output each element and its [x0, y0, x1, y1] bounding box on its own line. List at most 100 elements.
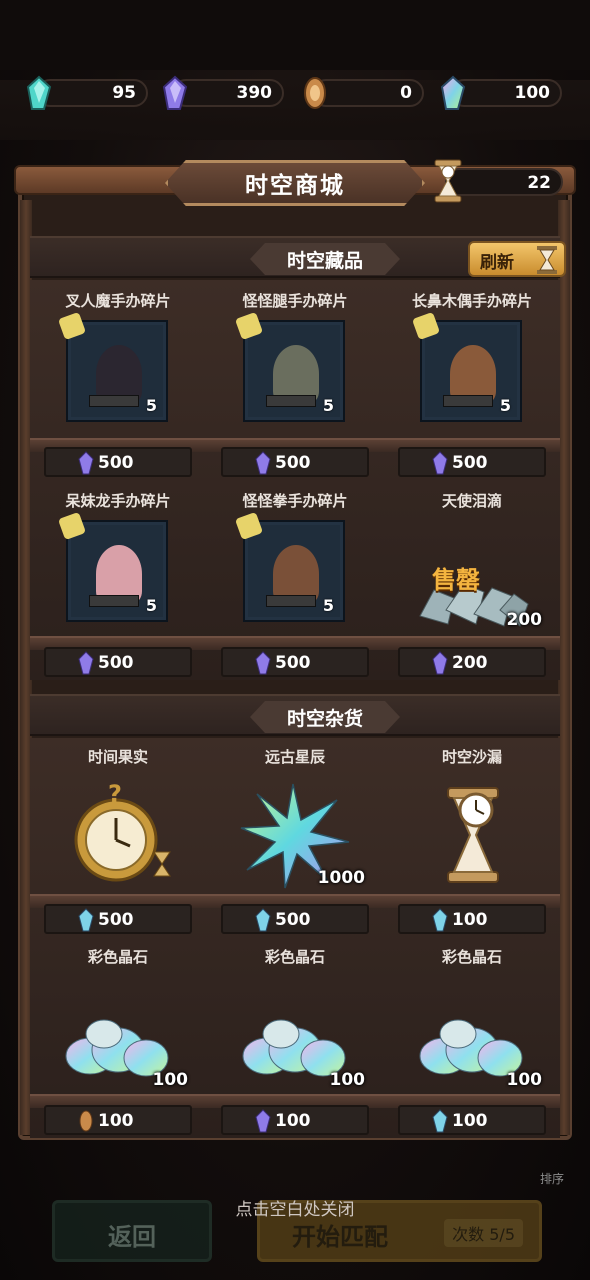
price-button[interactable]: 200: [398, 647, 546, 677]
puzzle-icon: [57, 511, 87, 541]
item-name: 远古星辰: [264, 748, 325, 766]
refresh-label: 刷新: [480, 253, 514, 273]
price-button[interactable]: 500: [44, 447, 192, 477]
price-button[interactable]: 500: [221, 447, 369, 477]
puzzle-icon: [57, 311, 87, 341]
item-count: 100: [329, 1070, 366, 1090]
item-count: 5: [322, 396, 334, 415]
currency-purple: 390: [162, 75, 284, 110]
currency-cyan: 95: [26, 75, 148, 110]
item-count: 100: [506, 1070, 543, 1090]
bronze-coin-icon: [304, 77, 326, 109]
cyan-crystal-amount: 95: [112, 83, 136, 103]
price-button[interactable]: 500: [44, 904, 192, 934]
price-value: 500: [98, 653, 134, 673]
item-card: 5: [57, 511, 166, 620]
puzzle-icon: [411, 311, 441, 341]
price-button[interactable]: 500: [398, 447, 546, 477]
item-card: 5: [411, 311, 520, 420]
svg-text:?: ?: [108, 780, 122, 808]
item-name: 怪怪腿手办碎片: [242, 292, 348, 310]
price-value: 500: [275, 653, 311, 673]
price-value: 500: [98, 453, 134, 473]
rainbow-crystal-amount: 100: [514, 83, 551, 103]
sort-button[interactable]: 排序: [540, 1170, 564, 1187]
purple-crystal-icon: [78, 651, 94, 675]
purple-crystal-icon: [432, 651, 448, 675]
price-value: 500: [275, 453, 311, 473]
item-name: 长鼻木偶手办碎片: [411, 292, 532, 310]
purple-crystal-icon: [432, 451, 448, 475]
currency-rainbow: 100: [440, 75, 562, 110]
item-name: 彩色晶石: [441, 948, 502, 966]
collectibles-header: 时空藏品 刷新: [30, 236, 566, 278]
purple-crystal-icon: [255, 451, 271, 475]
rainbow-crystal-icon: [78, 908, 94, 932]
price-value: 500: [452, 453, 488, 473]
price-button[interactable]: 100: [398, 904, 546, 934]
price-button[interactable]: 100: [44, 1105, 192, 1135]
goods-header: 时空杂货: [30, 694, 560, 736]
top-bar-background: [0, 0, 590, 70]
refresh-hourglass-icon: [537, 246, 557, 274]
price-button[interactable]: 100: [221, 1105, 369, 1135]
pedestal: [89, 395, 139, 407]
rainbow-crystal-icon: [440, 75, 466, 110]
purple-crystal-icon: [78, 451, 94, 475]
pedestal: [266, 595, 316, 607]
shop-title: 时空商城: [245, 173, 345, 199]
item-count: 1000: [317, 868, 365, 888]
purple-crystal-icon: [255, 1109, 271, 1133]
purple-crystal-icon: [162, 75, 188, 110]
price-value: 100: [275, 1111, 311, 1131]
item-name: 呆妹龙手办碎片: [65, 492, 171, 510]
item-card: 5: [57, 311, 166, 420]
item-count: 5: [322, 596, 334, 615]
goods-title: 时空杂货: [286, 708, 363, 730]
purple-crystal-amount: 390: [236, 83, 273, 103]
price-value: 100: [452, 910, 488, 930]
price-value: 500: [98, 910, 134, 930]
price-value: 500: [275, 910, 311, 930]
price-button[interactable]: 500: [221, 647, 369, 677]
currency-bronze: 0: [304, 77, 424, 109]
purple-crystal-icon: [255, 651, 271, 675]
match-count: 次数 5/5: [444, 1219, 523, 1247]
puzzle-icon: [234, 311, 264, 341]
pedestal: [89, 595, 139, 607]
hourglass-counter: 22: [434, 159, 563, 203]
price-button[interactable]: 100: [398, 1105, 546, 1135]
item-name: 天使泪滴: [441, 492, 502, 510]
price-value: 100: [98, 1111, 134, 1131]
item-name: 彩色晶石: [87, 948, 148, 966]
refresh-button[interactable]: 刷新: [468, 241, 566, 277]
item-count: 100: [152, 1070, 189, 1090]
cyan-crystal-icon: [26, 75, 52, 110]
close-hint[interactable]: 点击空白处关闭: [0, 1195, 590, 1220]
price-value: 200: [452, 653, 488, 673]
item-name: 彩色晶石: [264, 948, 325, 966]
item-count: 5: [145, 396, 157, 415]
price-value: 100: [452, 1111, 488, 1131]
item-card: 5: [234, 311, 343, 420]
item-name: 怪怪拳手办碎片: [242, 492, 348, 510]
bronze-coin-amount: 0: [400, 83, 412, 103]
price-button[interactable]: 500: [44, 647, 192, 677]
pedestal: [266, 395, 316, 407]
back-label: 返回: [108, 1223, 156, 1251]
hourglass-count: 22: [527, 173, 551, 193]
item-card: 5: [234, 511, 343, 620]
collectibles-title: 时空藏品: [286, 250, 363, 272]
item-count: 5: [145, 596, 157, 615]
puzzle-icon: [234, 511, 264, 541]
item-name: 叉人魔手办碎片: [65, 292, 171, 310]
sold-out-badge: 售罄: [432, 566, 480, 594]
item-name: 时间果实: [87, 748, 148, 766]
item-count: 5: [499, 396, 511, 415]
price-button[interactable]: 500: [221, 904, 369, 934]
bronze-coin-icon: [79, 1110, 93, 1132]
hourglass-icon: [434, 159, 462, 203]
rainbow-crystal-icon: [255, 908, 271, 932]
pocket-watch-icon: ?: [74, 780, 171, 882]
item-count: 200: [506, 610, 543, 630]
